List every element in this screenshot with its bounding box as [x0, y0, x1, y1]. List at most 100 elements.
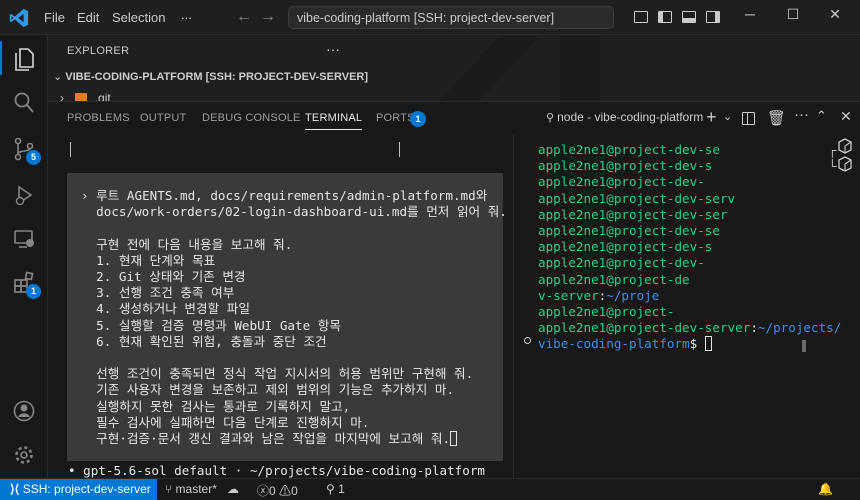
terminal-text: v-server — [538, 287, 599, 303]
remote-explorer-activity[interactable] — [0, 217, 48, 261]
terminal-line: apple2ne1@project-dev- — [538, 255, 705, 270]
tab-output[interactable]: OUTPUT — [140, 112, 186, 124]
sync-icon[interactable]: ☁ — [227, 482, 239, 496]
prompt-marker — [524, 337, 531, 345]
menu-more[interactable]: ... — [181, 7, 192, 22]
run-debug-activity[interactable] — [0, 173, 48, 217]
prompt-line: 구현·검증·문서 갱신 결과와 남은 작업을 마지막에 보고해 줘. — [81, 428, 458, 447]
terminal-tabs-list: ┌ └ — [820, 134, 860, 214]
problems-item[interactable]: ⓧ0 ⚠0 — [257, 482, 298, 499]
codex-status-line: • gpt-5.6-sol default · ~/projects/vibe-… — [68, 463, 486, 478]
terminal-text: apple2ne1@project-dev-s — [538, 239, 713, 255]
terminal-instance-2-icon[interactable] — [838, 156, 852, 172]
close-icon[interactable]: ✕ — [820, 6, 850, 28]
terminal-text: apple2ne1@project-dev-se — [538, 223, 720, 238]
terminal-text: ~/projects/ — [757, 320, 842, 336]
terminal-line: apple2ne1@project-dev-server:~/projects/ — [538, 320, 841, 335]
title-bar: File Edit Selection ... ← → vibe-coding-… — [0, 0, 860, 35]
workspace-folder[interactable]: ⌄ VIBE-CODING-PLATFORM [SSH: PROJECT-DEV… — [53, 70, 368, 83]
maximize-icon[interactable]: ☐ — [778, 6, 808, 28]
notifications-icon[interactable]: 🔔 — [818, 482, 833, 496]
source-control-activity[interactable]: 5 — [0, 127, 48, 171]
remote-explorer-icon — [14, 230, 34, 248]
customize-layout-icon[interactable] — [634, 11, 648, 23]
terminal-text: vibe-coding-platform — [538, 336, 690, 352]
terminal-text: apple2ne1@project- — [538, 304, 675, 319]
terminal-icon: ⚲ — [546, 112, 558, 124]
terminal-text: apple2ne1@project-dev- — [538, 255, 705, 271]
tab-problems[interactable]: PROBLEMS — [67, 112, 130, 124]
tab-debug-console[interactable]: DEBUG CONSOLE — [202, 112, 301, 124]
terminal-tree-bottom-icon: └ — [828, 159, 837, 173]
run-debug-icon — [15, 185, 33, 206]
menu-selection[interactable]: Selection — [112, 10, 165, 25]
terminal-text: apple2ne1@project-dev-se — [538, 142, 720, 157]
tab-terminal[interactable]: TERMINAL — [305, 112, 363, 130]
command-center[interactable]: vibe-coding-platform [SSH: project-dev-s… — [288, 6, 614, 29]
panel-more-button[interactable]: ··· — [794, 106, 809, 123]
vscode-logo-icon[interactable] — [8, 7, 30, 29]
warning-icon: ⚠ — [279, 484, 292, 498]
ports-item[interactable]: ⚲ 1 — [326, 482, 345, 496]
terminal-text: apple2ne1@project-dev-server — [538, 320, 751, 336]
remote-label: SSH: project-dev-server — [22, 482, 151, 496]
chevron-down-icon: ⌄ — [53, 71, 66, 83]
warning-count: 0 — [291, 484, 298, 498]
search-activity[interactable] — [0, 81, 48, 125]
menu-file[interactable]: File — [44, 10, 65, 25]
terminal-line: vibe-coding-platform$ — [524, 336, 712, 352]
remote-icon: ⟩⟨ — [10, 482, 23, 496]
extensions-activity[interactable]: 1 — [0, 261, 48, 305]
panel-tabs: PROBLEMS OUTPUT DEBUG CONSOLE TERMINAL P… — [48, 102, 860, 134]
terminal-caret-left — [70, 142, 71, 157]
minimize-icon[interactable]: ─ — [735, 6, 765, 28]
close-panel-icon[interactable]: ✕ — [840, 108, 852, 125]
split-terminal-icon[interactable] — [742, 112, 755, 125]
terminal-text: apple2ne1@project-dev-s — [538, 158, 713, 174]
chevron-down-icon[interactable]: ⌄ — [723, 110, 732, 123]
prompt-line: docs/work-orders/02-login-dashboard-ui.m… — [81, 204, 507, 220]
menu-edit[interactable]: Edit — [77, 10, 99, 25]
terminal-line: v-server:~/proje — [538, 288, 659, 303]
accounts-activity[interactable] — [0, 389, 48, 433]
terminal-text: apple2ne1@project-de — [538, 271, 690, 287]
toggle-sidebar-icon[interactable] — [658, 11, 672, 23]
activity-bar: 5 1 — [0, 35, 48, 478]
forward-arrow-icon[interactable]: → — [260, 8, 276, 26]
toggle-panel-icon[interactable] — [682, 11, 696, 23]
tab-ports[interactable]: PORTS — [376, 112, 415, 124]
codex-input-box[interactable]: › 루트 AGENTS.md, docs/requirements/admin-… — [67, 173, 507, 461]
trash-icon[interactable]: 🗑 — [767, 109, 786, 127]
files-icon — [15, 48, 34, 71]
back-arrow-icon[interactable]: ← — [236, 8, 252, 26]
panel: PROBLEMS OUTPUT DEBUG CONSOLE TERMINAL P… — [48, 101, 860, 479]
toggle-secondary-sidebar-icon[interactable] — [706, 11, 720, 23]
new-terminal-icon[interactable]: + — [706, 107, 717, 128]
prompt-line: 6. 현재 확인된 위험, 충돌과 중단 조건 — [81, 333, 327, 349]
branch-item[interactable]: ⑂ master* — [165, 482, 217, 496]
error-icon: ⓧ — [257, 484, 270, 498]
explorer-more-button[interactable]: ··· — [326, 41, 340, 57]
terminal-text: apple2ne1@project-dev- — [538, 174, 705, 190]
terminal-text: $ — [689, 336, 705, 352]
terminal-scrollbar[interactable] — [802, 340, 806, 352]
workspace-name: VIBE-CODING-PLATFORM [SSH: PROJECT-DEV-S… — [65, 71, 369, 83]
explorer-activity[interactable] — [0, 37, 48, 81]
remote-indicator[interactable]: ⟩⟨ SSH: project-dev-server — [0, 479, 157, 500]
gear-icon — [15, 446, 33, 464]
git-branch-icon: ⑂ — [165, 482, 176, 496]
text-cursor — [450, 431, 458, 446]
extensions-badge: 1 — [26, 284, 41, 299]
terminal-line: apple2ne1@project-dev-se — [538, 142, 720, 157]
explorer-title: EXPLORER — [67, 45, 130, 57]
account-icon — [13, 400, 35, 422]
terminal-text: : — [750, 320, 758, 336]
editor-watermark-icon — [440, 36, 600, 100]
search-icon — [14, 92, 34, 113]
right-terminal[interactable]: apple2ne1@project-dev-se apple2ne1@projec… — [513, 134, 841, 479]
maximize-panel-icon[interactable]: ⌃ — [816, 108, 827, 124]
terminal-name: node - vibe-coding-platform — [557, 110, 704, 124]
manage-activity[interactable] — [0, 433, 48, 477]
branch-name: master* — [175, 482, 217, 496]
terminal-instance-1-icon[interactable] — [838, 138, 852, 154]
